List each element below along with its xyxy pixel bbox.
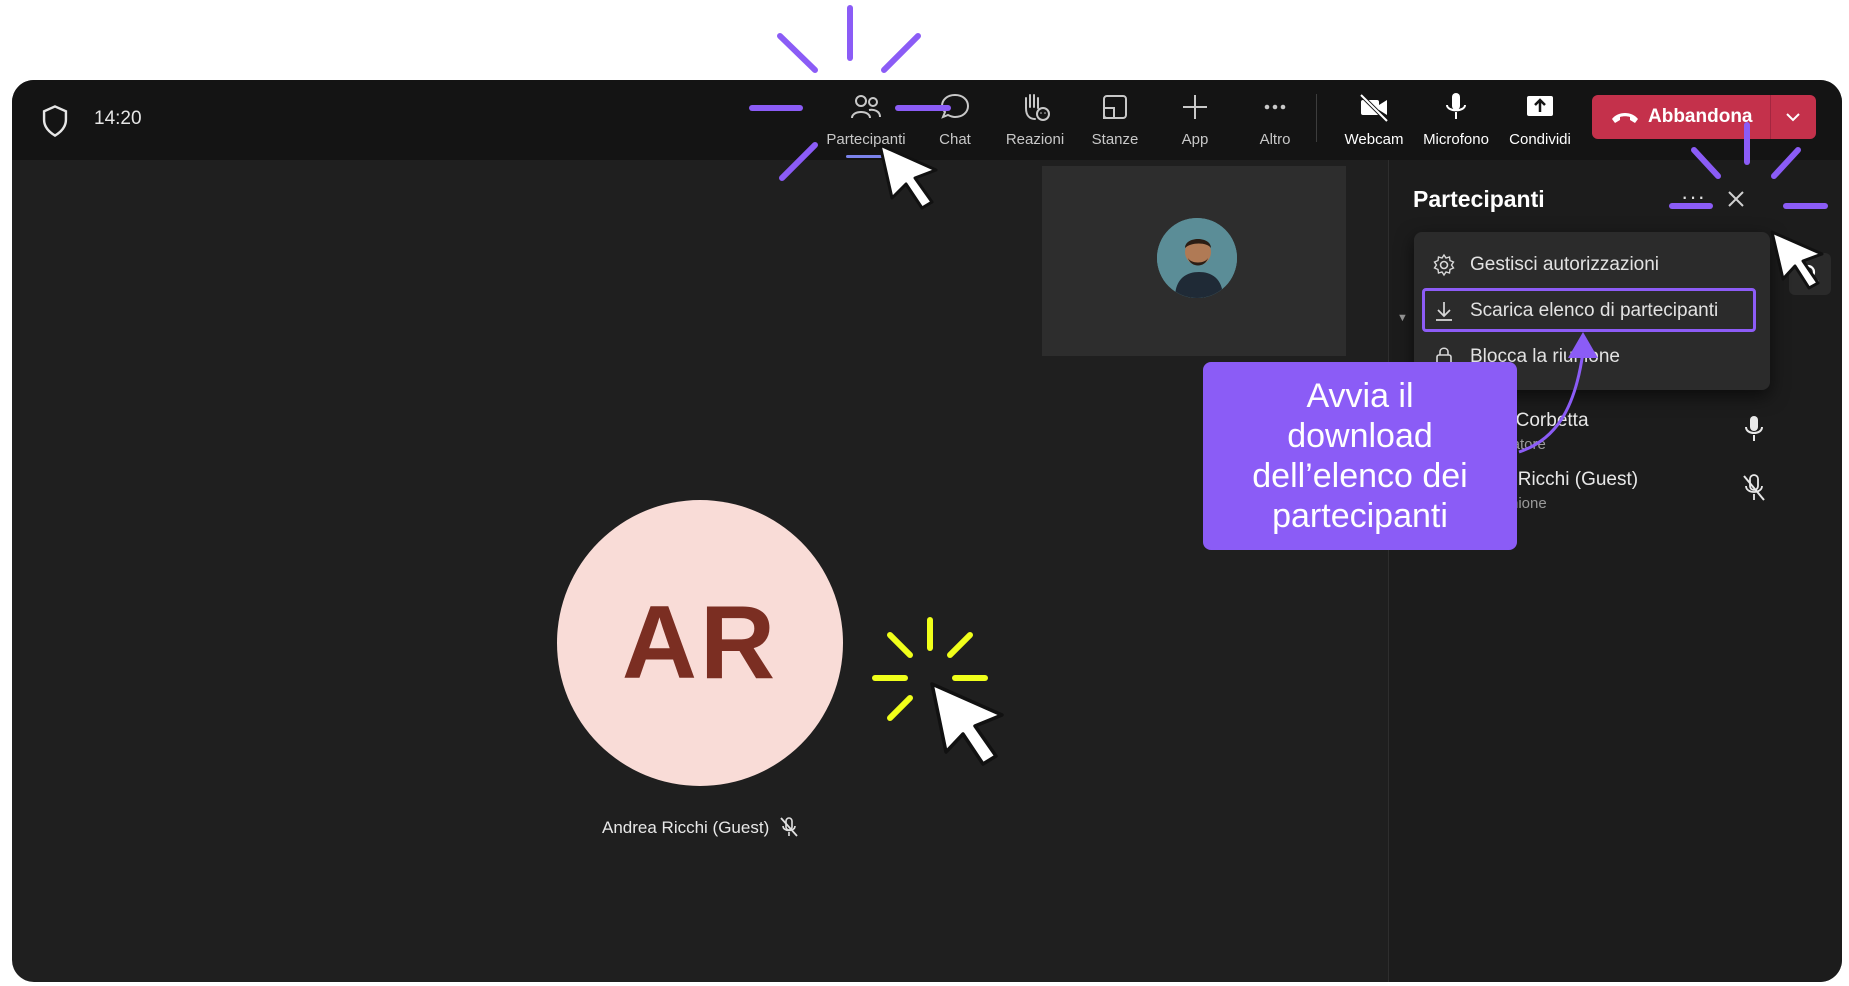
meeting-timer: 14:20 bbox=[94, 108, 142, 129]
apps-button[interactable]: App bbox=[1155, 90, 1235, 152]
close-icon[interactable] bbox=[1725, 188, 1747, 210]
callout-line: Avvia il bbox=[1306, 377, 1414, 415]
leave-button-group: Abbandona bbox=[1592, 95, 1816, 139]
menu-item-label: Scarica elenco di partecipanti bbox=[1470, 300, 1719, 321]
toolbar-divider bbox=[1316, 94, 1317, 142]
search-button[interactable] bbox=[1789, 253, 1831, 295]
microphone-button[interactable]: Microfono bbox=[1416, 90, 1496, 152]
mic-off-icon bbox=[780, 817, 798, 837]
callout-line: dell’elenco dei bbox=[1252, 457, 1468, 495]
chat-icon bbox=[940, 93, 970, 119]
microphone-icon bbox=[1745, 416, 1763, 441]
hang-up-icon bbox=[1612, 113, 1638, 123]
participant-photo bbox=[1157, 218, 1237, 298]
meeting-window: 14:20 Partecipanti Chat Reazioni Stanze … bbox=[12, 80, 1842, 982]
people-icon bbox=[851, 95, 881, 119]
leave-options-button[interactable] bbox=[1771, 95, 1816, 139]
menu-item-manage-permissions[interactable]: Gestisci autorizzazioni bbox=[1414, 242, 1770, 288]
shield-icon[interactable] bbox=[40, 104, 70, 138]
share-label: Condividi bbox=[1509, 131, 1571, 148]
reactions-button[interactable]: Reazioni bbox=[995, 90, 1075, 152]
menu-item-download-attendees[interactable]: Scarica elenco di partecipanti bbox=[1422, 288, 1756, 332]
microphone-icon bbox=[1446, 93, 1466, 119]
share-button[interactable]: Condividi bbox=[1500, 90, 1580, 152]
participant-video-tile[interactable] bbox=[1042, 166, 1346, 356]
plus-icon bbox=[1183, 95, 1207, 119]
more-button[interactable]: Altro bbox=[1235, 90, 1315, 152]
tutorial-callout: Avvia il download dell’elenco dei partec… bbox=[1203, 362, 1517, 550]
callout-line: partecipanti bbox=[1272, 497, 1448, 535]
chevron-down-icon bbox=[1786, 113, 1800, 122]
meeting-toolbar: 14:20 Partecipanti Chat Reazioni Stanze … bbox=[12, 80, 1842, 160]
person-photo-icon bbox=[1157, 218, 1237, 298]
apps-label: App bbox=[1181, 131, 1209, 148]
callout-line: download bbox=[1287, 417, 1433, 455]
rooms-label: Stanze bbox=[1091, 131, 1139, 148]
camera-off-icon bbox=[1359, 93, 1389, 123]
participants-button[interactable]: Partecipanti bbox=[826, 90, 906, 158]
menu-item-label: Gestisci autorizzazioni bbox=[1470, 254, 1660, 275]
chat-button[interactable]: Chat bbox=[915, 90, 995, 152]
search-icon bbox=[1800, 264, 1819, 283]
panel-title: Partecipanti bbox=[1413, 186, 1545, 212]
webcam-button[interactable]: Webcam bbox=[1334, 90, 1414, 152]
participant-avatar: AR bbox=[557, 500, 843, 786]
raise-hand-icon bbox=[1025, 94, 1050, 121]
rooms-button[interactable]: Stanze bbox=[1075, 90, 1155, 152]
reactions-label: Reazioni bbox=[1005, 131, 1065, 148]
section-collapse-icon[interactable]: ▼ bbox=[1397, 312, 1408, 324]
more-label: Altro bbox=[1259, 131, 1291, 148]
gear-icon bbox=[1433, 253, 1455, 277]
mic-off-icon bbox=[1743, 474, 1765, 501]
participant-name-tag: Andrea Ricchi (Guest) bbox=[602, 818, 770, 837]
leave-button[interactable]: Abbandona bbox=[1592, 95, 1770, 139]
chat-label: Chat bbox=[939, 131, 971, 148]
participants-label: Partecipanti bbox=[826, 131, 906, 148]
rooms-icon bbox=[1103, 95, 1127, 119]
webcam-label: Webcam bbox=[1344, 131, 1404, 148]
active-tab-indicator bbox=[846, 155, 890, 158]
microphone-label: Microfono bbox=[1423, 131, 1489, 148]
download-icon bbox=[1436, 302, 1452, 321]
panel-more-button[interactable]: ··· bbox=[1681, 184, 1706, 210]
leave-label: Abbandona bbox=[1648, 106, 1753, 127]
share-screen-icon bbox=[1527, 96, 1553, 116]
more-dots-icon bbox=[1264, 104, 1286, 110]
